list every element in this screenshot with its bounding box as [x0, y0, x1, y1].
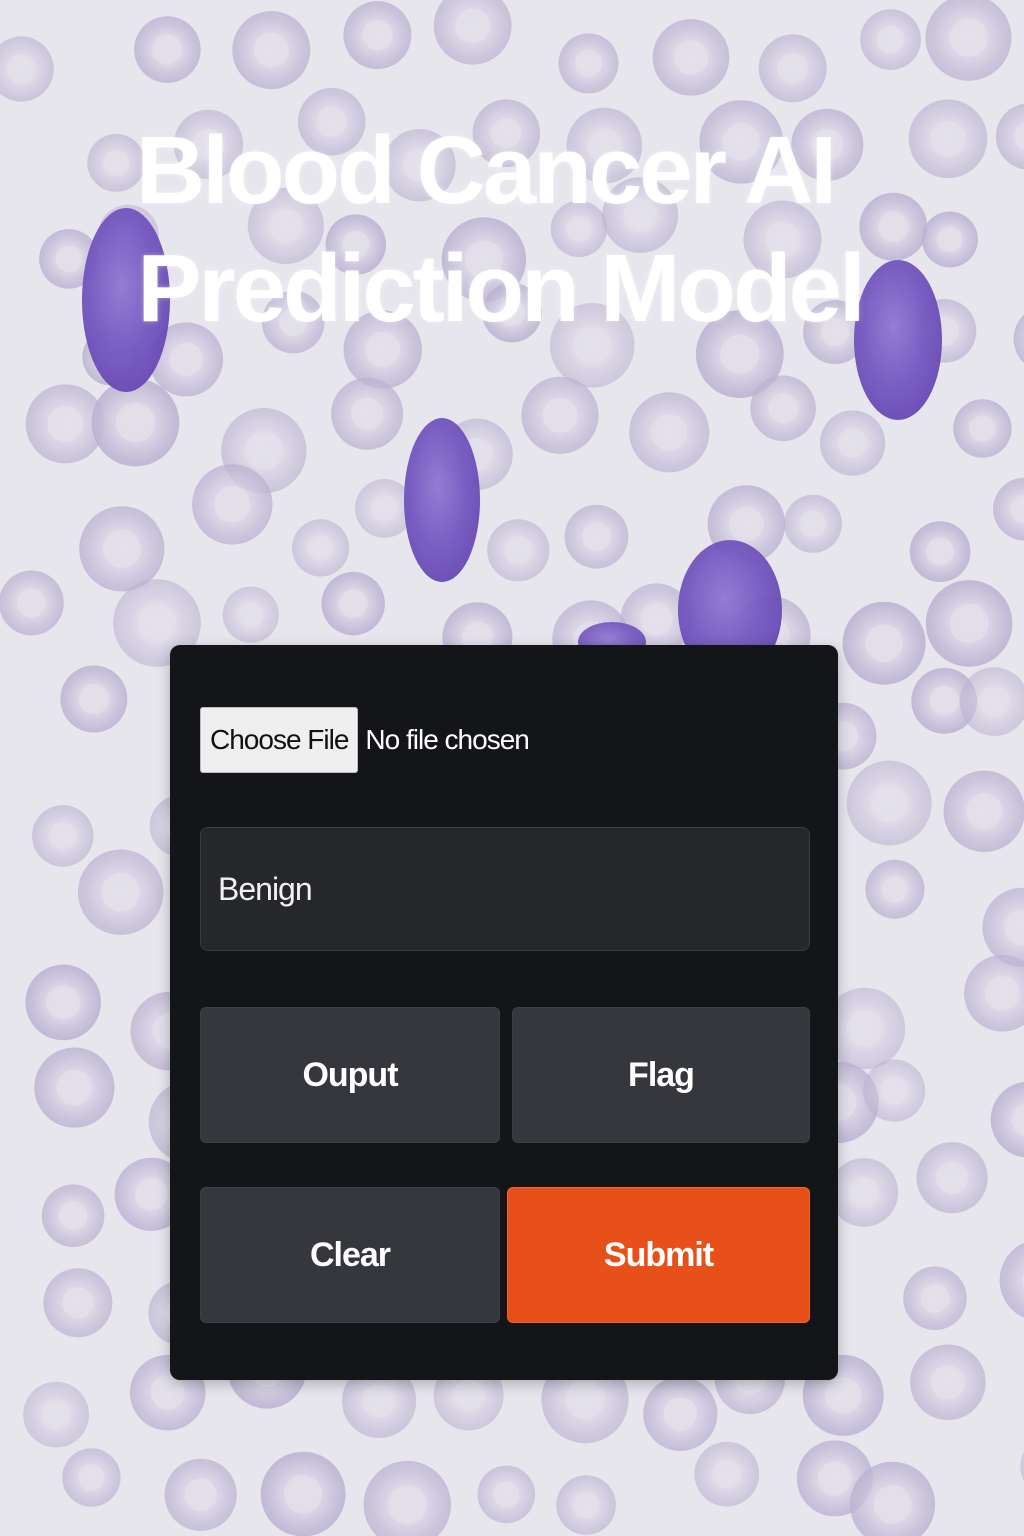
prediction-panel: Choose File No file chosen Benign Ouput …	[170, 645, 838, 1380]
red-blood-cell	[758, 34, 827, 103]
red-blood-cell	[943, 770, 1024, 852]
red-blood-cell	[916, 1142, 988, 1214]
red-blood-cell	[903, 1266, 967, 1331]
red-blood-cell	[652, 19, 730, 96]
red-blood-cell	[192, 464, 273, 545]
red-blood-cell	[25, 964, 101, 1041]
red-blood-cell	[521, 376, 599, 454]
prediction-result-field[interactable]: Benign	[200, 827, 810, 951]
red-blood-cell	[925, 580, 1013, 667]
red-blood-cell	[78, 849, 164, 935]
red-blood-cell	[784, 494, 842, 553]
red-blood-cell	[629, 392, 710, 473]
choose-file-button[interactable]: Choose File	[200, 707, 359, 773]
red-blood-cell	[750, 375, 816, 442]
flag-button[interactable]: Flag	[512, 1007, 810, 1143]
red-blood-cell	[62, 1448, 121, 1507]
red-blood-cell	[34, 1047, 115, 1128]
red-blood-cell	[846, 760, 932, 846]
red-blood-cell	[829, 1158, 899, 1227]
red-blood-cell	[953, 399, 1012, 458]
red-blood-cell	[558, 33, 619, 94]
page-title-line-2: Prediction Model	[137, 235, 865, 342]
red-blood-cell	[343, 1, 412, 70]
red-blood-cell	[909, 521, 971, 583]
red-blood-cell	[694, 1441, 760, 1507]
red-blood-cell	[842, 601, 926, 685]
red-blood-cell	[321, 571, 385, 636]
red-blood-cell	[23, 1381, 89, 1448]
red-blood-cell	[60, 665, 128, 733]
red-blood-cell	[222, 586, 279, 643]
red-blood-cell	[477, 1465, 536, 1524]
output-button[interactable]: Ouput	[200, 1007, 500, 1143]
red-blood-cell	[331, 377, 404, 450]
blast-cell	[404, 418, 480, 582]
file-upload-row: Choose File No file chosen	[200, 707, 530, 773]
red-blood-cell	[164, 1458, 237, 1531]
red-blood-cell	[41, 1184, 105, 1247]
page-title: Blood Cancer AI Prediction Model	[0, 112, 980, 348]
red-blood-cell	[863, 1059, 926, 1122]
red-blood-cell	[556, 1475, 616, 1535]
submit-button[interactable]: Submit	[507, 1187, 810, 1323]
red-blood-cell	[564, 504, 629, 569]
red-blood-cell	[134, 16, 201, 83]
file-status-text: No file chosen	[365, 724, 529, 755]
red-blood-cell	[819, 410, 886, 476]
red-blood-cell	[260, 1451, 346, 1536]
red-blood-cell	[865, 859, 925, 919]
page-title-line-1: Blood Cancer AI	[135, 117, 837, 224]
red-blood-cell	[643, 1376, 718, 1451]
red-blood-cell	[91, 378, 180, 467]
red-blood-cell	[292, 519, 350, 577]
red-blood-cell	[79, 506, 165, 592]
red-blood-cell	[910, 1344, 986, 1421]
red-blood-cell	[32, 805, 94, 867]
red-blood-cell	[0, 570, 64, 636]
red-blood-cell	[232, 11, 311, 90]
red-blood-cell	[487, 519, 550, 582]
red-blood-cell	[43, 1268, 113, 1338]
red-blood-cell	[860, 9, 921, 71]
clear-button[interactable]: Clear	[200, 1187, 500, 1323]
